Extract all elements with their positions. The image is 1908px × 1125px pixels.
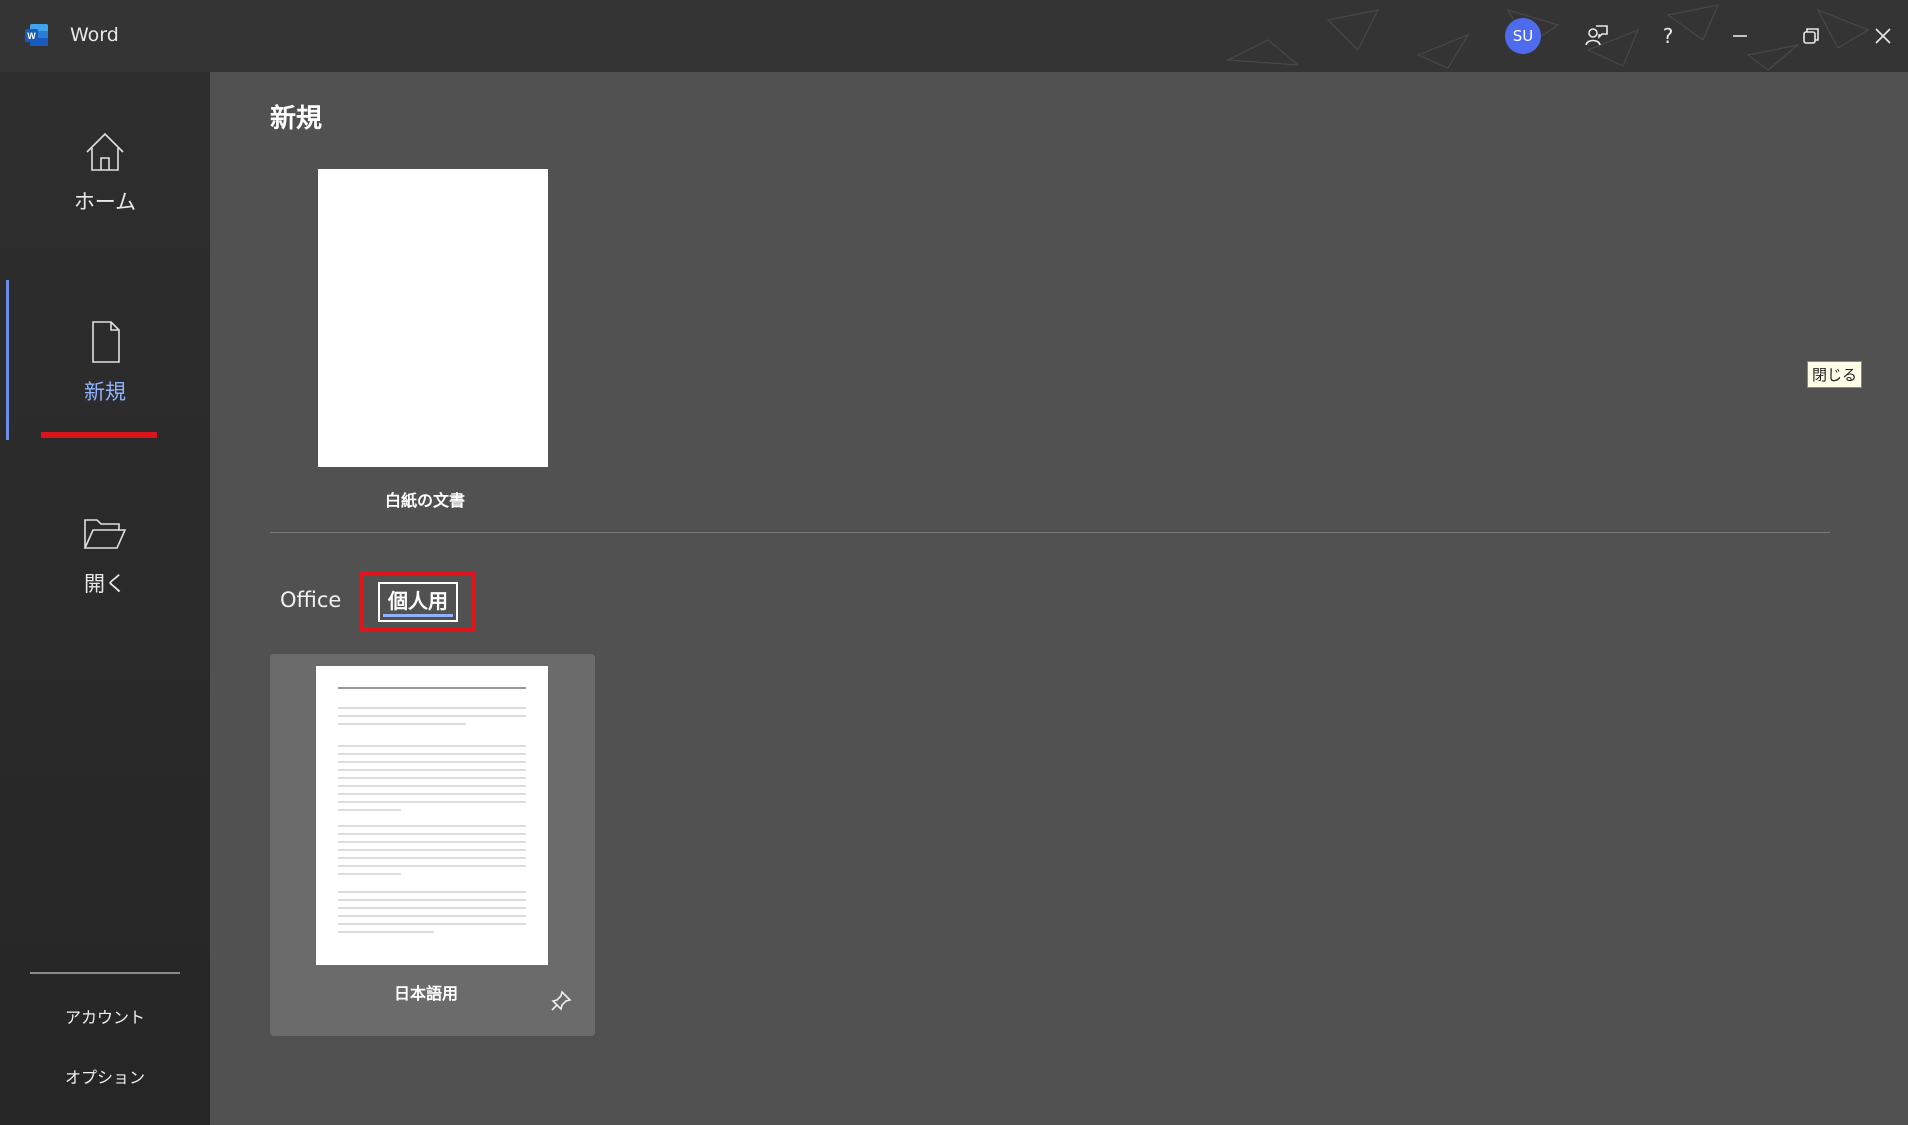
tab-selected-underline [383, 614, 453, 617]
word-logo-icon: W [25, 24, 48, 46]
close-window-button[interactable] [1865, 18, 1901, 54]
close-icon [1875, 28, 1891, 44]
minimize-icon [1733, 35, 1747, 37]
pin-button[interactable] [550, 990, 572, 1016]
close-tooltip: 閉じる [1807, 361, 1863, 388]
svg-text:W: W [27, 31, 36, 41]
section-divider [270, 532, 1830, 533]
pin-icon [551, 990, 572, 1011]
blank-document-thumbnail[interactable] [318, 169, 548, 467]
minimize-button[interactable] [1722, 18, 1758, 54]
template-thumbnail [316, 666, 548, 965]
main-panel: 新規 白紙の文書 Office 個人用 日本語用 閉じる [210, 72, 1908, 1125]
template-label: 日本語用 [393, 984, 458, 1003]
blank-document-label[interactable]: 白紙の文書 [300, 487, 550, 511]
restore-button[interactable] [1793, 18, 1829, 54]
restore-icon [1803, 28, 1819, 44]
sidebar-item-open[interactable]: 開く [0, 510, 210, 598]
feedback-icon [1585, 25, 1608, 46]
folder-open-icon [83, 519, 127, 549]
account-link[interactable]: アカウント [30, 1004, 180, 1028]
help-button[interactable]: ? [1650, 18, 1686, 54]
sidebar: ホーム 新規 開く アカウント オプション [0, 72, 210, 1125]
sidebar-item-home[interactable]: ホーム [0, 128, 210, 216]
template-card[interactable]: 日本語用 [270, 654, 595, 1036]
home-icon [86, 132, 124, 171]
sidebar-item-new[interactable]: 新規 [0, 318, 210, 406]
app-title: Word [70, 24, 119, 46]
title-bar: W Word SU ? [0, 0, 1908, 72]
options-link[interactable]: オプション [30, 1064, 180, 1088]
help-icon: ? [1662, 24, 1674, 48]
page-title: 新規 [270, 104, 323, 134]
user-avatar[interactable]: SU [1505, 18, 1541, 54]
feedback-button[interactable] [1578, 18, 1614, 54]
new-document-icon [92, 321, 120, 363]
new-highlight-underline [41, 432, 157, 438]
tab-office[interactable]: Office [280, 588, 341, 612]
sidebar-item-label: 新規 [84, 380, 126, 404]
sidebar-divider [30, 972, 180, 974]
sidebar-item-label: ホーム [73, 190, 137, 214]
sidebar-item-label: 開く [84, 572, 126, 596]
